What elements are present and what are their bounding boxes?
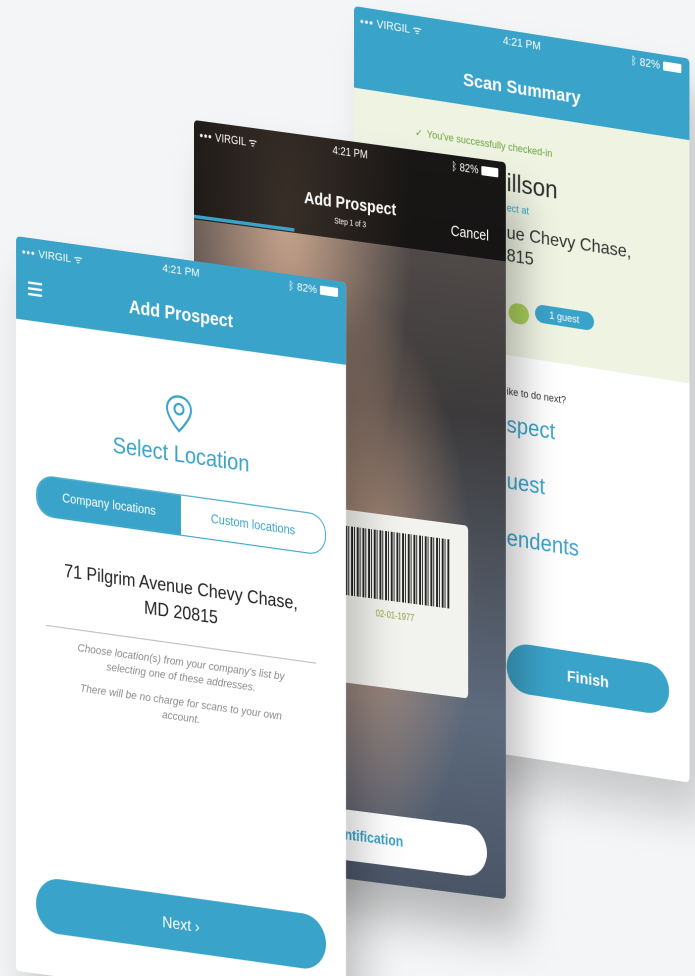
bluetooth-icon: ᛒ [451, 160, 458, 175]
battery-percent: 82% [639, 56, 661, 73]
next-question: ike to do next? [506, 385, 567, 407]
add-prospect-screen: ••• VIRGIL ᯤ 4:21 PM ᛒ 82% Add Prospect … [16, 236, 346, 976]
battery-icon [481, 166, 499, 178]
next-button[interactable]: Next › [36, 875, 326, 972]
location-type-tabs: Company locations Custom locations [36, 474, 326, 557]
bluetooth-icon: ᛒ [288, 279, 295, 294]
tab-company-locations[interactable]: Company locations [37, 475, 181, 535]
barcode-image [345, 525, 450, 609]
tab-custom-locations[interactable]: Custom locations [181, 495, 325, 555]
selected-address[interactable]: 71 Pilgrim Avenue Chevy Chase, MD 20815 [46, 557, 316, 645]
option-attendents[interactable]: endents [507, 526, 579, 563]
option-add-guest[interactable]: uest [507, 469, 545, 501]
option-add-prospect[interactable]: spect [507, 413, 556, 447]
id-card-image: 02-01-1977 [335, 508, 469, 699]
battery-icon [663, 61, 682, 74]
battery-icon [320, 285, 338, 298]
check-icon: ✓ [415, 126, 423, 140]
location-pin-icon [165, 395, 193, 433]
battery-percent: 82% [459, 161, 479, 178]
bluetooth-icon: ᛒ [630, 55, 637, 69]
mockup-stage: ••• VIRGIL ᯤ 4:21 PM ᛒ 82% Scan Summary … [0, 0, 695, 976]
finish-button[interactable]: Finish [506, 641, 670, 717]
card-date: 02-01-1977 [375, 608, 415, 624]
battery-percent: 82% [296, 281, 317, 297]
